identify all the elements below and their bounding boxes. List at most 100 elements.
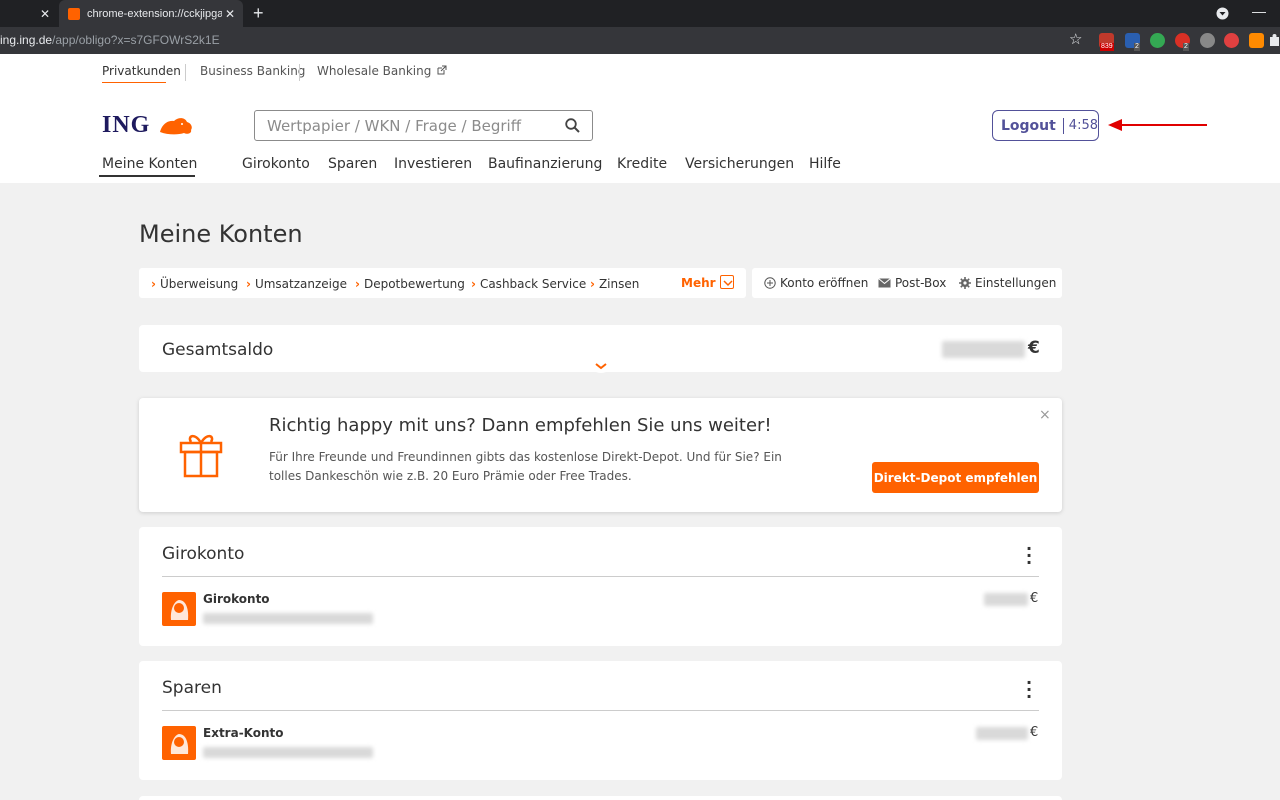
plus-circle-icon: [764, 277, 776, 289]
more-options-icon[interactable]: · · ·: [1026, 675, 1032, 705]
chevron-right-icon: ›: [246, 277, 251, 291]
nav-active-underline: [99, 175, 195, 177]
settings-link[interactable]: Einstellungen: [959, 276, 1056, 290]
service-links-bar: Konto eröffnen Post-Box Einstellungen: [752, 268, 1062, 298]
sparen-section: Sparen · · · Extra-Konto €: [139, 661, 1062, 780]
nav-hilfe[interactable]: Hilfe: [809, 156, 841, 172]
account-name[interactable]: Girokonto: [203, 592, 270, 606]
chevron-down-icon[interactable]: [720, 275, 734, 289]
segment-privatkunden[interactable]: Privatkunden: [102, 64, 181, 78]
nav-meine-konten[interactable]: Meine Konten: [102, 156, 197, 172]
segment-wholesale[interactable]: Wholesale Banking: [317, 64, 447, 78]
browser-tabbar: ✕ chrome-extension://cckjipgaohk ✕ + —: [0, 0, 1280, 27]
promo-title: Richtig happy mit uns? Dann empfehlen Si…: [269, 415, 772, 436]
more-button[interactable]: Mehr: [681, 276, 716, 290]
extension-badge: 2: [1134, 43, 1140, 51]
promo-text: Für Ihre Freunde und Freundinnen gibts d…: [269, 450, 782, 483]
chevron-right-icon: ›: [471, 277, 476, 291]
account-name[interactable]: Extra-Konto: [203, 726, 284, 740]
logout-divider: [1062, 117, 1064, 134]
referral-promo-card: Richtig happy mit uns? Dann empfehlen Si…: [139, 398, 1062, 512]
iban-blurred: [203, 747, 373, 758]
nav-versicherungen[interactable]: Versicherungen: [685, 156, 794, 172]
browser-tab-inactive[interactable]: ✕: [0, 0, 58, 27]
ing-lion-icon: [160, 118, 192, 135]
currency-symbol: €: [1030, 591, 1039, 606]
service-link-label: Einstellungen: [975, 276, 1057, 290]
bookmark-star-icon[interactable]: ☆: [1069, 30, 1082, 48]
quick-link-label: Zinsen: [598, 277, 640, 291]
extensions-puzzle-icon[interactable]: [1269, 33, 1280, 47]
segment-label: Wholesale Banking: [317, 64, 432, 78]
quick-link-ueberweisung[interactable]: › Überweisung: [151, 277, 238, 291]
currency-symbol: €: [1030, 725, 1039, 740]
annotation-arrow-icon: [1108, 119, 1207, 131]
section-divider: [162, 576, 1039, 577]
account-balance-blurred: [984, 593, 1028, 606]
segment-business[interactable]: Business Banking: [200, 64, 305, 78]
post-box-link[interactable]: Post-Box: [878, 276, 946, 290]
extension-green-icon[interactable]: [1150, 33, 1165, 48]
tab-close-icon[interactable]: ✕: [40, 7, 50, 21]
extension-badge: 839: [1100, 43, 1114, 51]
extension-badge: 2: [1183, 43, 1189, 51]
site-header: Privatkunden Business Banking Wholesale …: [0, 54, 1280, 183]
chevron-down-icon: [595, 363, 607, 370]
quick-links-bar: › Überweisung › Umsatzanzeige › Depotbewert…: [139, 268, 746, 298]
next-section-edge: [139, 796, 1062, 800]
chevron-right-icon: ›: [590, 277, 595, 291]
logout-button[interactable]: Logout 4:58: [992, 110, 1099, 141]
extension-red-icon[interactable]: [1224, 33, 1239, 48]
nav-kredite[interactable]: Kredite: [617, 156, 667, 172]
total-balance-card: Gesamtsaldo €: [139, 325, 1062, 373]
logout-label: Logout: [1001, 117, 1056, 134]
envelope-icon: [878, 278, 891, 288]
total-balance-value-blurred: [942, 341, 1025, 358]
browser-address-bar: ing.ing.de/app/obligo?x=s7GFOWrS2k1E ☆ 8…: [0, 27, 1280, 54]
section-title: Girokonto: [162, 544, 245, 564]
quick-link-cashback[interactable]: › Cashback Service: [471, 277, 586, 291]
girokonto-section: Girokonto · · · Girokonto €: [139, 527, 1062, 646]
recommend-depot-button[interactable]: Direkt-Depot empfehlen: [872, 462, 1039, 493]
close-icon[interactable]: ×: [1039, 407, 1051, 423]
quick-link-depotbewertung[interactable]: › Depotbewertung: [355, 277, 465, 291]
nav-sparen[interactable]: Sparen: [328, 156, 377, 172]
nav-girokonto[interactable]: Girokonto: [242, 156, 310, 172]
url-field[interactable]: ing.ing.de/app/obligo?x=s7GFOWrS2k1E: [0, 33, 220, 47]
session-timer: 4:58: [1068, 118, 1098, 133]
profile-menu-icon[interactable]: [1216, 7, 1229, 20]
chevron-right-icon: ›: [151, 277, 156, 291]
ing-logo[interactable]: ING: [102, 112, 150, 139]
nav-investieren[interactable]: Investieren: [394, 156, 472, 172]
chevron-right-icon: ›: [355, 277, 360, 291]
service-link-label: Post-Box: [895, 276, 947, 290]
segment-divider: [299, 64, 300, 81]
minimize-button[interactable]: —: [1252, 3, 1266, 19]
section-title: Sparen: [162, 678, 222, 698]
new-tab-button[interactable]: +: [253, 3, 264, 24]
segment-divider: [185, 64, 186, 81]
search-field[interactable]: [254, 110, 593, 141]
search-icon[interactable]: [565, 118, 580, 133]
quick-link-label: Umsatzanzeige: [254, 277, 348, 291]
iban-blurred: [203, 613, 373, 624]
segment-label: Business Banking: [200, 64, 306, 78]
tab-favicon-icon: [68, 7, 80, 20]
quick-link-label: Überweisung: [159, 277, 239, 291]
page-title: Meine Konten: [139, 220, 303, 248]
tab-close-icon[interactable]: ✕: [225, 7, 235, 21]
more-options-icon[interactable]: · · ·: [1026, 541, 1032, 571]
extension-gray-icon[interactable]: [1200, 33, 1215, 48]
account-lion-icon: [162, 726, 196, 760]
total-balance-label: Gesamtsaldo: [162, 340, 274, 360]
extension-orange-icon[interactable]: [1249, 33, 1264, 48]
search-input[interactable]: [267, 117, 557, 135]
open-account-link[interactable]: Konto eröffnen: [764, 276, 868, 290]
url-host: ing.ing.de: [0, 33, 53, 47]
expand-toggle[interactable]: [589, 359, 613, 373]
browser-tab-active[interactable]: chrome-extension://cckjipgaohk ✕: [59, 0, 243, 27]
nav-baufinanzierung[interactable]: Baufinanzierung: [488, 156, 602, 172]
gift-icon: [179, 434, 223, 478]
quick-link-umsatzanzeige[interactable]: › Umsatzanzeige: [246, 277, 347, 291]
quick-link-zinsen[interactable]: › Zinsen: [590, 277, 639, 291]
